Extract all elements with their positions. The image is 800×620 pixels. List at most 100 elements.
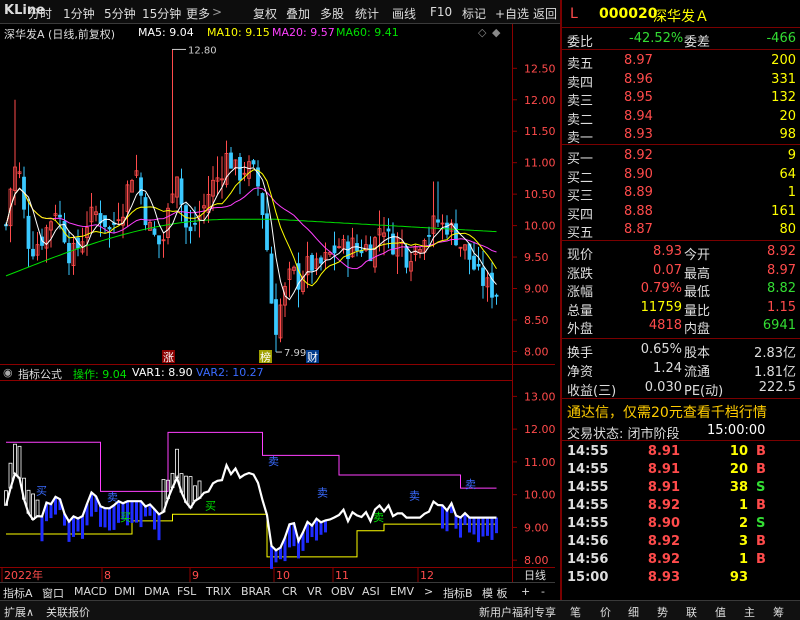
- quote-row[interactable]: 总量 11759 量比 1.15: [562, 299, 800, 319]
- ask-label: 卖三: [567, 94, 594, 109]
- zoom-in-button[interactable]: +: [521, 585, 530, 598]
- fundamental-value: 1.81亿: [754, 365, 796, 380]
- multi-stock-button[interactable]: 多股: [320, 5, 344, 22]
- signal-label: 卖: [409, 490, 420, 503]
- tab-vr[interactable]: VR: [307, 585, 322, 598]
- tick-price: 8.90: [647, 516, 680, 531]
- tab-cr[interactable]: CR: [282, 585, 297, 598]
- promo-banner[interactable]: 通达信，仅需20元查看千档行情: [567, 402, 767, 422]
- tick-time: 14:55: [567, 462, 609, 477]
- bid-row[interactable]: 买一 8.92 9: [562, 147, 800, 167]
- tab-macd[interactable]: MACD: [74, 585, 107, 598]
- white-bar: [35, 499, 40, 517]
- bid-row[interactable]: 买四 8.88 161: [562, 203, 800, 223]
- trend-icon[interactable]: 势: [657, 604, 668, 620]
- tick-row[interactable]: 14:55 8.91 20 B: [562, 461, 800, 479]
- tab-template[interactable]: 模 板: [482, 585, 508, 601]
- tab-indicator-b[interactable]: 指标B: [443, 585, 473, 601]
- tick-row[interactable]: 14:55 8.90 2 S: [562, 515, 800, 533]
- kline-chart[interactable]: 买买卖买卖卖卖卖卖 12.5012.0011.5011.0010.5010.00…: [0, 24, 555, 582]
- order-diff-value: -466: [766, 31, 796, 46]
- quote-row[interactable]: 现价 8.93 今开 8.92: [562, 243, 800, 263]
- statistics-button[interactable]: 统计: [355, 5, 379, 22]
- blue-bar: [135, 501, 138, 523]
- tab-window[interactable]: 窗口: [42, 585, 64, 601]
- tab-trix[interactable]: TRIX: [206, 585, 231, 598]
- zoom-out-button[interactable]: -: [541, 585, 545, 598]
- add-favorite-button[interactable]: +自选: [495, 5, 529, 22]
- quote-label: 最高: [684, 266, 711, 282]
- chips-icon[interactable]: 筹: [773, 604, 784, 620]
- tick-row[interactable]: 14:56 8.92 3 B: [562, 533, 800, 551]
- tab-dma[interactable]: DMA: [144, 585, 170, 598]
- tab-dmi[interactable]: DMI: [114, 585, 135, 598]
- quote-label: 今开: [684, 248, 711, 263]
- tab-more[interactable]: 更多: [186, 5, 210, 22]
- restore-rights-button[interactable]: 复权: [253, 5, 277, 22]
- tab-brar[interactable]: BRAR: [241, 585, 271, 598]
- overlay-button[interactable]: 叠加: [286, 5, 310, 22]
- tick-row[interactable]: 14:55 8.91 38 S: [562, 479, 800, 497]
- tick-row[interactable]: 14:56 8.92 1 B: [562, 551, 800, 569]
- candle-body: [107, 227, 112, 230]
- expand-button[interactable]: 扩展∧: [4, 604, 34, 620]
- main-icon[interactable]: 主: [744, 604, 755, 620]
- quote-row[interactable]: 涨幅 0.79% 最低 8.82: [562, 280, 800, 300]
- ticks-icon[interactable]: 笔: [570, 604, 581, 620]
- tab-timeshare[interactable]: 分时: [28, 5, 52, 22]
- indicator-name[interactable]: 指标公式: [18, 366, 62, 382]
- bid-row[interactable]: 买二 8.90 64: [562, 166, 800, 186]
- ask-row[interactable]: 卖五 8.97 200: [562, 52, 800, 72]
- new-user-promo-link[interactable]: 新用户福利专享: [479, 604, 556, 620]
- tick-row[interactable]: 14:55 8.91 10 B: [562, 443, 800, 461]
- ask-label: 卖一: [567, 131, 594, 146]
- indicator-menu-icon[interactable]: ◉: [3, 366, 13, 379]
- ask-volume: 200: [771, 53, 796, 68]
- f10-button[interactable]: F10: [430, 5, 452, 19]
- mark-button[interactable]: 标记: [462, 5, 486, 22]
- fundamental-row[interactable]: 收益(三) 0.030 PE(动) 222.5: [562, 379, 800, 399]
- fundamental-value: 0.65%: [640, 342, 682, 357]
- tab-1min[interactable]: 1分钟: [63, 5, 95, 22]
- ask-row[interactable]: 卖四 8.96 331: [562, 71, 800, 91]
- fundamental-label: 收益(三): [567, 384, 617, 399]
- tabs-scroll-right-icon[interactable]: >: [424, 585, 433, 598]
- tick-side: B: [756, 462, 766, 477]
- quote-row[interactable]: 涨跌 0.07 最高 8.97: [562, 262, 800, 282]
- fundamental-row[interactable]: 净资 1.24 流通 1.81亿: [562, 360, 800, 380]
- fundamental-value: 0.030: [644, 380, 682, 395]
- tab-asi[interactable]: ASI: [362, 585, 380, 598]
- tab-fsl[interactable]: FSL: [177, 585, 196, 598]
- bid-row[interactable]: 买五 8.87 80: [562, 221, 800, 241]
- tick-row[interactable]: 15:00 8.93 93: [562, 569, 800, 587]
- promo-row[interactable]: 通达信，仅需20元查看千档行情: [562, 401, 800, 421]
- l2-flag[interactable]: L: [570, 6, 578, 22]
- back-button[interactable]: 返回: [533, 5, 557, 22]
- quote-row[interactable]: 外盘 4818 内盘 6941: [562, 317, 800, 337]
- blue-bar: [459, 517, 462, 538]
- fundamental-row[interactable]: 换手 0.65% 股本 2.83亿: [562, 341, 800, 361]
- draw-line-button[interactable]: 画线: [392, 5, 416, 22]
- bid-row[interactable]: 买三 8.89 1: [562, 184, 800, 204]
- chevron-down-icon[interactable]: >: [212, 5, 222, 19]
- limit-up-badge: 涨: [163, 351, 174, 364]
- linked-icon[interactable]: 联: [686, 604, 697, 620]
- upper-band: [6, 431, 497, 492]
- related-quote-button[interactable]: 关联报价: [46, 604, 90, 620]
- tab-emv[interactable]: EMV: [390, 585, 414, 598]
- detail-icon[interactable]: 细: [628, 604, 639, 620]
- tick-row[interactable]: 14:55 8.92 1 B: [562, 497, 800, 515]
- ask-row[interactable]: 卖一 8.93 98: [562, 126, 800, 146]
- tab-obv[interactable]: OBV: [331, 585, 354, 598]
- ask-row[interactable]: 卖三 8.95 132: [562, 89, 800, 109]
- bid-label: 买五: [567, 226, 594, 241]
- fundamental-label: 换手: [567, 346, 594, 361]
- tick-time: 14:55: [567, 498, 609, 513]
- price-icon[interactable]: 价: [600, 604, 611, 620]
- ask-label: 卖四: [567, 75, 594, 91]
- value-icon[interactable]: 值: [715, 604, 726, 620]
- tab-indicator-a[interactable]: 指标A: [3, 585, 33, 601]
- tab-15min[interactable]: 15分钟: [142, 5, 181, 22]
- tab-5min[interactable]: 5分钟: [104, 5, 136, 22]
- ask-row[interactable]: 卖二 8.94 20: [562, 108, 800, 128]
